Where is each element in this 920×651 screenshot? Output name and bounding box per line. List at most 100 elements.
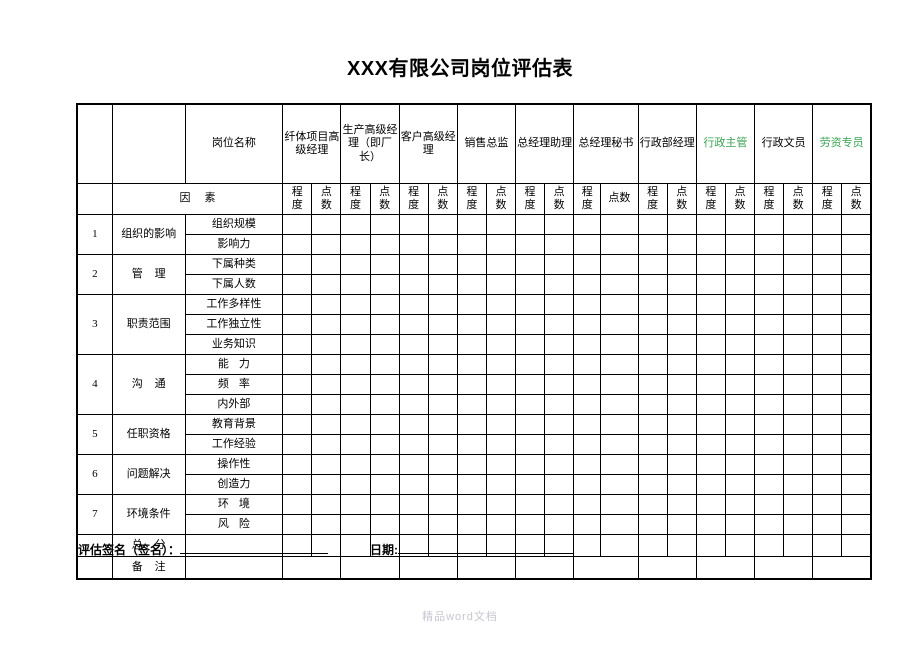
score-cell[interactable] [841,374,872,395]
score-cell[interactable] [514,314,546,335]
score-cell[interactable] [456,434,487,455]
score-cell[interactable] [369,274,400,295]
score-cell[interactable] [514,434,546,455]
score-cell[interactable] [369,494,400,515]
score-cell[interactable] [695,254,726,275]
score-cell[interactable] [311,414,342,435]
score-cell[interactable] [637,514,668,535]
total-cell[interactable] [841,534,872,557]
score-cell[interactable] [666,354,697,375]
score-cell[interactable] [398,374,429,395]
score-cell[interactable] [369,394,400,415]
score-cell[interactable] [398,394,429,415]
score-cell[interactable] [695,514,726,535]
score-cell[interactable] [282,454,313,475]
score-cell[interactable] [282,274,313,295]
score-cell[interactable] [783,514,814,535]
score-cell[interactable] [456,414,487,435]
score-cell[interactable] [340,474,371,495]
score-cell[interactable] [666,294,697,315]
score-cell[interactable] [544,454,575,475]
score-cell[interactable] [695,494,726,515]
score-cell[interactable] [369,414,400,435]
score-cell[interactable] [544,234,575,255]
score-cell[interactable] [841,294,872,315]
score-cell[interactable] [427,254,458,275]
score-cell[interactable] [369,474,400,495]
score-cell[interactable] [812,494,843,515]
score-cell[interactable] [544,494,575,515]
score-cell[interactable] [369,514,400,535]
score-cell[interactable] [340,514,371,535]
score-cell[interactable] [600,434,639,455]
score-cell[interactable] [340,374,371,395]
score-cell[interactable] [783,294,814,315]
score-cell[interactable] [456,354,487,375]
score-cell[interactable] [695,354,726,375]
score-cell[interactable] [637,474,668,495]
score-cell[interactable] [695,294,726,315]
score-cell[interactable] [724,514,755,535]
total-cell[interactable] [812,534,843,557]
score-cell[interactable] [340,214,371,235]
score-cell[interactable] [398,354,429,375]
note-cell[interactable] [812,556,872,580]
score-cell[interactable] [456,474,487,495]
score-cell[interactable] [753,274,785,295]
score-cell[interactable] [456,294,487,315]
score-cell[interactable] [637,274,668,295]
score-cell[interactable] [398,474,429,495]
score-cell[interactable] [812,274,843,295]
score-cell[interactable] [637,294,668,315]
score-cell[interactable] [666,254,697,275]
score-cell[interactable] [485,214,517,235]
score-cell[interactable] [724,274,755,295]
score-cell[interactable] [573,514,602,535]
score-cell[interactable] [841,414,872,435]
score-cell[interactable] [514,234,546,255]
score-cell[interactable] [485,294,517,315]
score-cell[interactable] [695,234,726,255]
score-cell[interactable] [600,474,639,495]
score-cell[interactable] [398,234,429,255]
score-cell[interactable] [600,334,639,355]
score-cell[interactable] [514,454,546,475]
score-cell[interactable] [812,434,843,455]
score-cell[interactable] [311,494,342,515]
score-cell[interactable] [340,414,371,435]
score-cell[interactable] [600,214,639,235]
score-cell[interactable] [841,314,872,335]
score-cell[interactable] [841,474,872,495]
score-cell[interactable] [841,354,872,375]
score-cell[interactable] [573,274,602,295]
score-cell[interactable] [456,334,487,355]
score-cell[interactable] [600,254,639,275]
score-cell[interactable] [311,514,342,535]
score-cell[interactable] [600,354,639,375]
total-cell[interactable] [724,534,755,557]
score-cell[interactable] [514,414,546,435]
score-cell[interactable] [783,434,814,455]
score-cell[interactable] [724,454,755,475]
score-cell[interactable] [282,234,313,255]
score-cell[interactable] [753,474,785,495]
score-cell[interactable] [340,294,371,315]
score-cell[interactable] [398,454,429,475]
score-cell[interactable] [783,414,814,435]
score-cell[interactable] [369,254,400,275]
score-cell[interactable] [695,394,726,415]
score-cell[interactable] [812,514,843,535]
score-cell[interactable] [573,474,602,495]
score-cell[interactable] [456,314,487,335]
score-cell[interactable] [841,334,872,355]
score-cell[interactable] [485,394,517,415]
score-cell[interactable] [753,374,785,395]
score-cell[interactable] [812,454,843,475]
score-cell[interactable] [456,234,487,255]
score-cell[interactable] [841,254,872,275]
score-cell[interactable] [340,454,371,475]
score-cell[interactable] [514,274,546,295]
score-cell[interactable] [783,254,814,275]
score-cell[interactable] [456,274,487,295]
score-cell[interactable] [398,294,429,315]
